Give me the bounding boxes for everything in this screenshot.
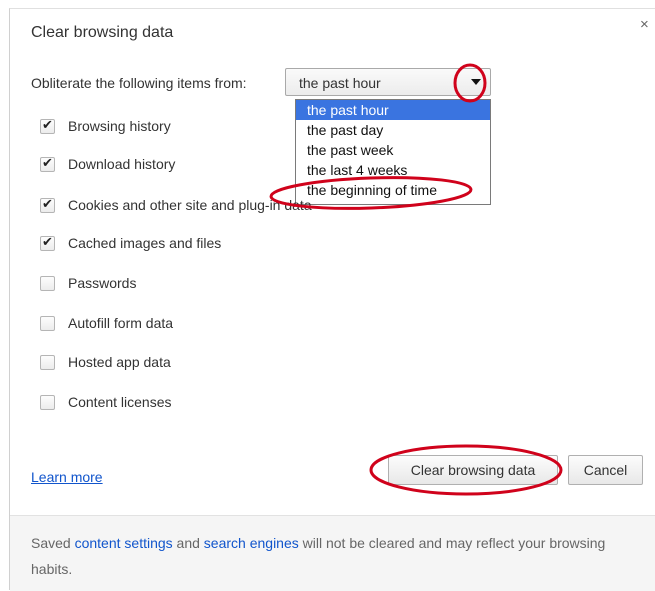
time-range-dropdown: the past hour the past day the past week… [295,99,491,205]
search-engines-link[interactable]: search engines [204,535,299,551]
footer-note: Saved content settings and search engine… [31,530,621,582]
option-past-hour[interactable]: the past hour [296,100,490,120]
cancel-button[interactable]: Cancel [568,455,643,485]
dialog-title: Clear browsing data [31,24,174,41]
checkbox-browsing-history[interactable]: ✔ [40,117,55,134]
close-icon[interactable]: × [640,17,649,32]
check-icon: ✔ [42,117,53,132]
checkbox-label: Hosted app data [68,354,171,370]
time-range-select[interactable]: the past hour [285,68,491,96]
checkbox-label: Cookies and other site and plug-in data [68,197,312,213]
check-icon: ✔ [42,196,53,211]
option-last-4-weeks[interactable]: the last 4 weeks [296,160,490,180]
checkbox-hosted-app-data[interactable] [40,355,55,370]
chevron-down-icon[interactable] [471,79,481,85]
time-range-selected-value: the past hour [299,75,381,91]
checkbox-download-history[interactable]: ✔ [40,155,55,172]
checkbox-autofill[interactable] [40,316,55,331]
option-past-week[interactable]: the past week [296,140,490,160]
check-icon: ✔ [42,234,53,249]
clear-browsing-dialog: Clear browsing data × Obliterate the fol… [9,8,655,591]
checkbox-label: Autofill form data [68,315,174,331]
learn-more-link[interactable]: Learn more [31,469,103,485]
footer-text-1: Saved [31,535,75,551]
content-settings-link[interactable]: content settings [75,535,173,551]
checkbox-label: Cached images and files [68,235,222,251]
checkbox-label: Content licenses [68,394,172,410]
checkbox-cookies[interactable]: ✔ [40,196,55,213]
checkbox-content-licenses[interactable] [40,395,55,410]
footer-text-2: and [172,535,204,551]
checkbox-passwords[interactable] [40,276,55,291]
option-beginning-of-time[interactable]: the beginning of time [296,180,490,200]
option-past-day[interactable]: the past day [296,120,490,140]
time-range-label: Obliterate the following items from: [31,75,247,91]
checkbox-label: Download history [68,156,176,172]
checkbox-label: Passwords [68,275,137,291]
checkbox-label: Browsing history [68,118,171,134]
check-icon: ✔ [42,155,53,170]
clear-browsing-data-button[interactable]: Clear browsing data [388,455,558,485]
dialog-footer: Saved content settings and search engine… [10,515,655,591]
checkbox-cached-images[interactable]: ✔ [40,234,55,251]
